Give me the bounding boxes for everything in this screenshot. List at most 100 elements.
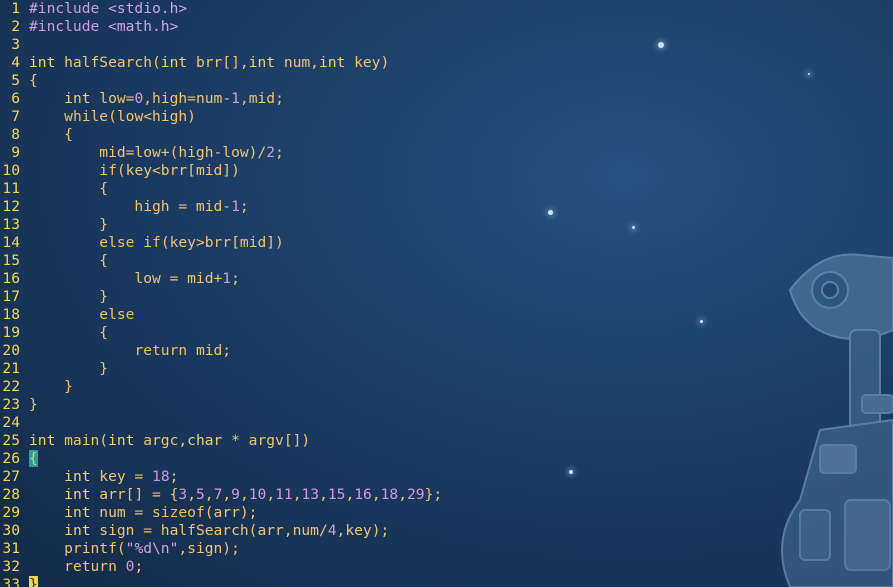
line-code[interactable]: { [29,252,108,270]
line-code[interactable]: high = mid-1; [29,198,248,216]
line-code[interactable]: int main(int argc,char * argv[]) [29,432,310,450]
line-code[interactable]: } [29,576,38,587]
code-line[interactable]: 27 int key = 18; [0,468,442,486]
line-number: 17 [2,288,20,305]
line-code[interactable]: int arr[] = {3,5,7,9,10,11,13,15,16,18,2… [29,486,442,504]
code-token: sign = halfSearch(arr,num/ [90,522,328,539]
line-code[interactable]: { [29,180,108,198]
code-line[interactable]: 4 int halfSearch(int brr[],int num,int ke… [0,54,442,72]
line-code[interactable]: } [29,378,73,396]
code-token: 1 [231,198,240,215]
code-line[interactable]: 16 low = mid+1; [0,270,442,288]
line-number: 8 [11,126,20,143]
line-number: 10 [2,162,20,179]
code-token: int [318,54,346,71]
code-line[interactable]: 7 while(low<high) [0,108,442,126]
line-code[interactable]: { [29,72,38,90]
code-line[interactable]: 29 int num = sizeof(arr); [0,504,442,522]
code-line[interactable]: 18 else [0,306,442,324]
code-token: low= [90,90,135,107]
code-token: (arr); [204,504,258,521]
line-code[interactable]: int key = 18; [29,468,178,486]
line-code[interactable]: } [29,288,108,306]
code-token: 10 [248,486,267,503]
code-token: int [160,54,188,71]
code-line[interactable]: 21 } [0,360,442,378]
code-line[interactable]: 31 printf("%d\n",sign); [0,540,442,558]
code-token: argc, [134,432,188,449]
code-area[interactable]: 1 #include <stdio.h> 2 #include <math.h> 3 4 i… [0,0,442,587]
code-token: , [204,486,214,503]
line-code[interactable]: int halfSearch(int brr[],int num,int key… [29,54,389,72]
line-code[interactable]: } [29,396,38,414]
code-line[interactable]: 23} [0,396,442,414]
line-code[interactable]: low = mid+1; [29,270,239,288]
line-number: 14 [2,234,20,251]
code-token: halfSearch( [55,54,161,71]
code-line[interactable]: 9 mid=low+(high-low)/2; [0,144,442,162]
line-code[interactable]: if(key<brr[mid]) [29,162,240,180]
code-token: 15 [327,486,346,503]
code-line[interactable]: 3 [0,36,442,54]
line-code[interactable]: { [29,450,38,468]
code-line[interactable]: 17 } [0,288,442,306]
code-line[interactable]: 2 #include <math.h> [0,18,442,36]
code-line[interactable]: 1 #include <stdio.h> [0,0,442,18]
code-line[interactable]: 6 int low=0,high=num-1,mid; [0,90,442,108]
line-code[interactable]: int low=0,high=num-1,mid; [29,90,284,108]
line-code[interactable]: return mid; [29,342,231,360]
code-line[interactable]: 14 else if(key>brr[mid]) [0,234,442,252]
code-line[interactable]: 8 { [0,126,442,144]
code-token: ,key); [336,522,390,539]
code-line[interactable]: 26 { [0,450,442,468]
code-token: int [29,432,56,449]
code-token: "%d\n" [125,540,179,557]
line-code[interactable]: { [29,324,108,342]
code-token: } [29,396,38,413]
code-token: ; [275,144,284,161]
line-code[interactable]: int sign = halfSearch(arr,num/4,key); [29,522,389,540]
code-line[interactable]: 24 [0,414,442,432]
code-line[interactable]: 32 return 0; [0,558,442,576]
code-line[interactable]: 12 high = mid-1; [0,198,442,216]
code-line[interactable]: 25 int main(int argc,char * argv[]) [0,432,442,450]
line-number: 24 [2,414,20,431]
code-token: ,sign); [178,540,240,557]
line-number: 31 [2,540,20,557]
line-code[interactable]: int num = sizeof(arr); [29,504,257,522]
code-line[interactable]: 30 int sign = halfSearch(arr,num/4,key); [0,522,442,540]
line-code[interactable]: } [29,360,108,378]
code-token: 0 [134,90,144,107]
line-number: 12 [2,198,20,215]
line-code[interactable]: #include <math.h> [29,18,178,36]
line-code[interactable]: { [29,126,73,144]
line-code[interactable]: while(low<high) [29,108,196,126]
line-code[interactable]: mid=low+(high-low)/2; [29,144,284,162]
line-number: 32 [2,558,20,575]
code-editor[interactable]: 1 #include <stdio.h> 2 #include <math.h> 3 4 i… [0,0,893,587]
line-code[interactable]: #include <stdio.h> [29,0,187,18]
line-code[interactable]: } [29,216,108,234]
code-line[interactable]: 15 { [0,252,442,270]
code-token: printf( [29,540,126,557]
background-star [700,320,703,323]
line-code[interactable]: else [29,306,134,324]
code-line[interactable]: 10 if(key<brr[mid]) [0,162,442,180]
code-line[interactable]: 5{ [0,72,442,90]
code-line[interactable]: 13 } [0,216,442,234]
code-token: num, [275,54,319,71]
code-line[interactable]: 11 { [0,180,442,198]
line-code[interactable]: printf("%d\n",sign); [29,540,240,558]
code-token: ; [134,558,144,575]
code-line[interactable]: 20 return mid; [0,342,442,360]
code-line[interactable]: 19 { [0,324,442,342]
code-line[interactable]: 33} [0,576,442,587]
code-token: } [29,360,109,377]
line-code[interactable]: else if(key>brr[mid]) [29,234,284,252]
code-line[interactable]: 28 int arr[] = {3,5,7,9,10,11,13,15,16,1… [0,486,442,504]
line-code[interactable]: return 0; [29,558,143,576]
code-line[interactable]: 22 } [0,378,442,396]
